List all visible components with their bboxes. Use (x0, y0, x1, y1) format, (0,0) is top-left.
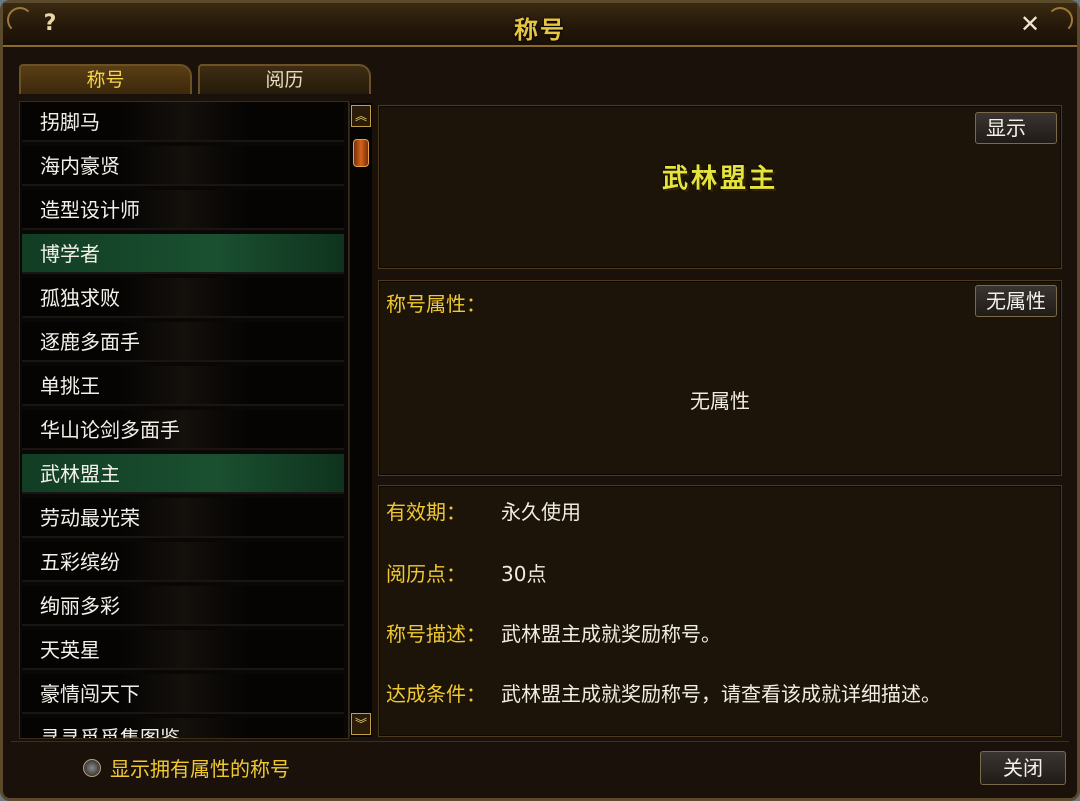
close-icon[interactable]: ✕ (1013, 11, 1047, 37)
title-info-panel: 有效期： 永久使用 阅历点： 30点 称号描述： 武林盟主成就奖励称号。 达成条… (378, 485, 1062, 737)
list-item[interactable]: 孤独求败 (22, 278, 344, 318)
experience-label: 阅历点： (386, 562, 466, 586)
title-window: ? 称号 ✕ 称号 阅历 拐脚马 海内豪贤 造型设计师 博学者 孤独求败 逐鹿多… (0, 0, 1080, 801)
experience-value: 30点 (501, 562, 547, 586)
list-item[interactable]: 逐鹿多面手 (22, 322, 344, 362)
selected-title-name: 武林盟主 (661, 164, 778, 194)
list-item[interactable]: 五彩缤纷 (22, 542, 344, 582)
list-item[interactable]: 华山论剑多面手 (22, 410, 344, 450)
show-with-attributes-label[interactable]: 显示拥有属性的称号 (110, 753, 290, 782)
list-scrollbar[interactable]: ︽ ︾ (349, 103, 372, 737)
condition-label: 达成条件： (386, 682, 486, 706)
title-list: 拐脚马 海内豪贤 造型设计师 博学者 孤独求败 逐鹿多面手 单挑王 华山论剑多面… (19, 101, 349, 739)
tab-experience[interactable]: 阅历 (198, 64, 371, 94)
list-item[interactable]: 造型设计师 (22, 190, 344, 230)
list-item[interactable]: 博学者 (22, 234, 344, 274)
show-button[interactable]: 显示 (975, 112, 1057, 144)
footer-bar: 显示拥有属性的称号 关闭 (15, 747, 1066, 787)
window-title: 称号 (514, 16, 566, 44)
list-item[interactable]: 豪情闯天下 (22, 674, 344, 714)
scroll-thumb[interactable] (353, 139, 369, 167)
attributes-label: 称号属性： (386, 292, 486, 316)
list-item[interactable]: 单挑王 (22, 366, 344, 406)
scroll-up-icon[interactable]: ︽ (351, 105, 371, 127)
attributes-value: 无属性 (690, 389, 750, 413)
close-button[interactable]: 关闭 (980, 751, 1066, 785)
show-with-attributes-radio[interactable] (83, 759, 101, 777)
list-item[interactable]: 海内豪贤 (22, 146, 344, 186)
list-item[interactable]: 劳动最光荣 (22, 498, 344, 538)
list-item[interactable]: 寻寻觅觅集图鉴 (22, 718, 344, 738)
titlebar: ? 称号 ✕ (3, 3, 1077, 47)
no-attribute-button[interactable]: 无属性 (975, 285, 1057, 317)
title-attributes-panel: 称号属性： 无属性 无属性 (378, 280, 1062, 476)
list-item[interactable]: 拐脚马 (22, 102, 344, 142)
tab-titles[interactable]: 称号 (19, 64, 192, 94)
scroll-down-icon[interactable]: ︾ (351, 713, 371, 735)
list-item[interactable]: 绚丽多彩 (22, 586, 344, 626)
validity-label: 有效期： (386, 500, 466, 524)
description-label: 称号描述： (386, 622, 486, 646)
validity-value: 永久使用 (501, 500, 581, 524)
condition-value: 武林盟主成就奖励称号，请查看该成就详细描述。 (501, 682, 941, 706)
list-item[interactable]: 武林盟主 (22, 454, 344, 494)
list-item[interactable]: 天英星 (22, 630, 344, 670)
description-value: 武林盟主成就奖励称号。 (501, 622, 721, 646)
footer-divider (11, 741, 1069, 742)
title-name-panel: 显示 武林盟主 (378, 105, 1062, 269)
